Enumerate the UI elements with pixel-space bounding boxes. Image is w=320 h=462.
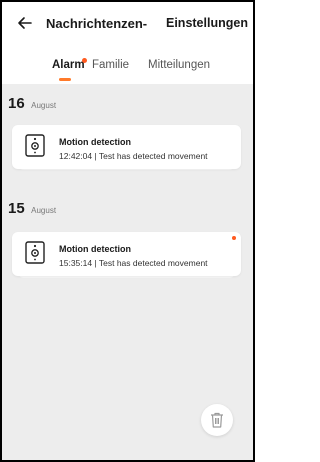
arrow-left-icon (18, 17, 32, 29)
settings-button[interactable]: Einstellungen (166, 16, 248, 30)
date-day: 16 (8, 95, 25, 112)
notification-title: Motion detection (59, 244, 131, 254)
date-header: 16 August (8, 95, 56, 113)
date-header: 15 August (8, 200, 56, 218)
app-frame: Nachrichtenzen- Einstellungen Alarm Fami… (0, 0, 255, 462)
date-month: August (31, 206, 57, 215)
tab-label: Alarm (52, 59, 85, 71)
delete-button[interactable] (201, 404, 233, 436)
notification-subtitle: 15:35:14 | Test has detected movement (59, 258, 208, 268)
tab-alarm-badge (82, 58, 87, 63)
tab-bar: Alarm Familie Mitteilungen (2, 50, 253, 84)
date-month: August (31, 101, 57, 110)
tab-alarm[interactable]: Alarm (52, 59, 85, 71)
notification-card[interactable]: Motion detection 15:35:14 | Test has det… (12, 232, 241, 276)
camera-icon (25, 134, 45, 157)
active-tab-indicator (59, 78, 71, 81)
tab-label: Mitteilungen (148, 59, 211, 71)
tab-mitteilungen[interactable]: Mitteilungen (148, 59, 210, 71)
tab-label: Familie (92, 59, 130, 71)
back-button[interactable] (16, 14, 36, 34)
notification-subtitle: 12:42:04 | Test has detected movement (59, 151, 208, 161)
top-bar: Nachrichtenzen- Einstellungen (2, 2, 253, 50)
page-title: Nachrichtenzen- (46, 16, 148, 31)
date-day: 15 (8, 200, 25, 217)
notification-title: Motion detection (59, 137, 131, 147)
tab-familie[interactable]: Familie (92, 59, 129, 71)
trash-icon (211, 412, 223, 428)
unread-indicator (232, 236, 236, 240)
notification-card[interactable]: Motion detection 12:42:04 | Test has det… (12, 125, 241, 169)
camera-icon (25, 241, 45, 264)
